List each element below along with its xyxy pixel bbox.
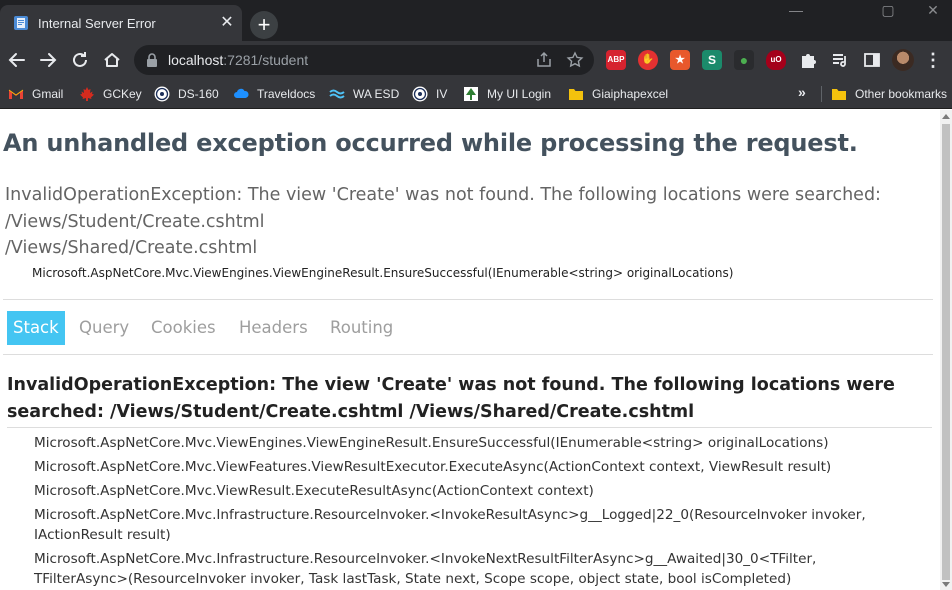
star-extension-icon[interactable]: ★ (670, 50, 690, 70)
bookmark-my-ui-login[interactable]: My UI Login (463, 84, 551, 104)
sider-extension-icon[interactable]: S (702, 50, 722, 70)
stack-frame-list: Microsoft.AspNetCore.Mvc.ViewEngines.Vie… (34, 431, 914, 590)
tab-routing[interactable]: Routing (324, 311, 399, 345)
stack-frame[interactable]: Microsoft.AspNetCore.Mvc.ViewResult.Exec… (34, 479, 914, 503)
bookmark-label: Other bookmarks (855, 87, 948, 101)
ublock-origin-icon[interactable]: uO (766, 50, 786, 70)
divider (3, 299, 933, 300)
error-source-method: Microsoft.AspNetCore.Mvc.ViewEngines.Vie… (32, 266, 734, 280)
bookmark-traveldocs[interactable]: Traveldocs (233, 84, 315, 104)
tab-query[interactable]: Query (73, 311, 135, 345)
bookmark-label: Giaiphapexcel (592, 87, 669, 101)
url-text[interactable]: localhost:7281/student (168, 52, 308, 68)
tab-cookies[interactable]: Cookies (145, 311, 222, 345)
bookmark-other-bookmarks[interactable]: Other bookmarks (831, 84, 947, 104)
cloud-icon (234, 88, 249, 98)
error-message: InvalidOperationException: The view 'Cre… (5, 185, 881, 205)
share-icon[interactable] (535, 51, 553, 69)
bookmark-star-icon[interactable] (566, 51, 584, 69)
adblock-plus-icon[interactable]: ABP (606, 50, 626, 70)
colorful-extension-icon[interactable]: ● (734, 50, 754, 70)
profile-avatar[interactable] (892, 49, 914, 71)
maximize-icon[interactable]: ▢ (878, 2, 898, 18)
reload-icon[interactable] (67, 47, 93, 73)
extensions-puzzle-icon[interactable] (798, 50, 818, 70)
divider (7, 427, 932, 428)
tab-stack[interactable]: Stack (7, 311, 65, 345)
bookmark-label: Gmail (32, 87, 64, 101)
bookmark-label: Traveldocs (257, 87, 316, 101)
scroll-up-arrow-icon[interactable] (942, 114, 950, 119)
bookmarks-divider (821, 86, 822, 102)
maple-leaf-icon (80, 87, 94, 101)
tab-title: Internal Server Error (38, 16, 156, 31)
page-document-icon (14, 16, 28, 30)
divider (3, 354, 933, 355)
window-close-icon[interactable]: ✕ (923, 2, 943, 18)
page-title: An unhandled exception occurred while pr… (3, 129, 858, 157)
scrollbar-thumb[interactable] (942, 124, 950, 580)
adblock-icon[interactable]: ✋ (638, 50, 658, 70)
forward-arrow-icon[interactable] (35, 47, 61, 73)
bookmark-giaiphapexcel[interactable]: Giaiphapexcel (568, 84, 668, 104)
browser-title-bar: Internal Server Error ✕ + — ▢ ✕ (0, 0, 952, 41)
url-path: :7281/student (223, 52, 309, 68)
bookmark-wa-esd[interactable]: WA ESD (329, 84, 399, 104)
bookmark-gckey[interactable]: GCKey (79, 84, 142, 104)
scroll-down-arrow-icon[interactable] (942, 582, 950, 587)
bookmark-gmail[interactable]: Gmail (8, 84, 63, 104)
media-queue-icon[interactable] (830, 50, 850, 70)
stack-frame[interactable]: Microsoft.AspNetCore.Mvc.Infrastructure.… (34, 547, 914, 590)
browser-toolbar: localhost:7281/student ABP ✋ ★ S ● uO ⋮ (0, 41, 952, 79)
stack-frame[interactable]: Microsoft.AspNetCore.Mvc.ViewFeatures.Vi… (34, 455, 914, 479)
bookmark-label: GCKey (103, 87, 142, 101)
gmail-icon (8, 89, 24, 99)
tab-headers[interactable]: Headers (233, 311, 314, 345)
home-icon[interactable] (99, 47, 125, 73)
tab-close-icon[interactable]: ✕ (218, 14, 236, 32)
bookmark-ds-160[interactable]: DS-160 (154, 84, 219, 104)
folder-icon (569, 89, 583, 100)
seal-icon (412, 86, 428, 102)
error-location-path: /Views/Student/Create.cshtml (5, 211, 265, 232)
bookmark-iv[interactable]: IV (412, 84, 447, 104)
error-location-path: /Views/Shared/Create.cshtml (5, 238, 258, 258)
bookmark-label: DS-160 (178, 87, 219, 101)
side-panel-icon[interactable] (862, 50, 882, 70)
url-host: localhost (168, 52, 224, 68)
minimize-icon[interactable]: — (786, 2, 806, 18)
folder-icon (832, 89, 846, 100)
error-page: An unhandled exception occurred while pr… (0, 110, 940, 590)
lock-icon[interactable] (146, 53, 158, 67)
bookmark-label: My UI Login (487, 87, 552, 101)
bookmarks-bar: Gmail GCKey DS-160 Traveldocs WA ESD IV … (0, 79, 952, 109)
seal-icon (154, 86, 170, 102)
stack-exception-title: InvalidOperationException: The view 'Cre… (7, 375, 895, 422)
new-tab-button[interactable]: + (250, 11, 278, 39)
error-summary: InvalidOperationException: The view 'Cre… (5, 182, 881, 262)
wave-icon (329, 89, 345, 99)
tree-icon (464, 87, 478, 101)
browser-tab-active[interactable]: Internal Server Error ✕ (0, 5, 242, 41)
vertical-scrollbar[interactable] (940, 110, 952, 590)
back-arrow-icon[interactable] (4, 47, 30, 73)
stack-frame[interactable]: Microsoft.AspNetCore.Mvc.ViewEngines.Vie… (34, 431, 914, 455)
address-bar[interactable]: localhost:7281/student (134, 45, 594, 75)
bookmarks-overflow-icon[interactable]: » (798, 84, 806, 100)
browser-menu-icon[interactable]: ⋮ (922, 49, 944, 71)
stack-frame[interactable]: Microsoft.AspNetCore.Mvc.Infrastructure.… (34, 503, 914, 547)
bookmark-label: WA ESD (353, 87, 400, 101)
bookmark-label: IV (436, 87, 448, 101)
